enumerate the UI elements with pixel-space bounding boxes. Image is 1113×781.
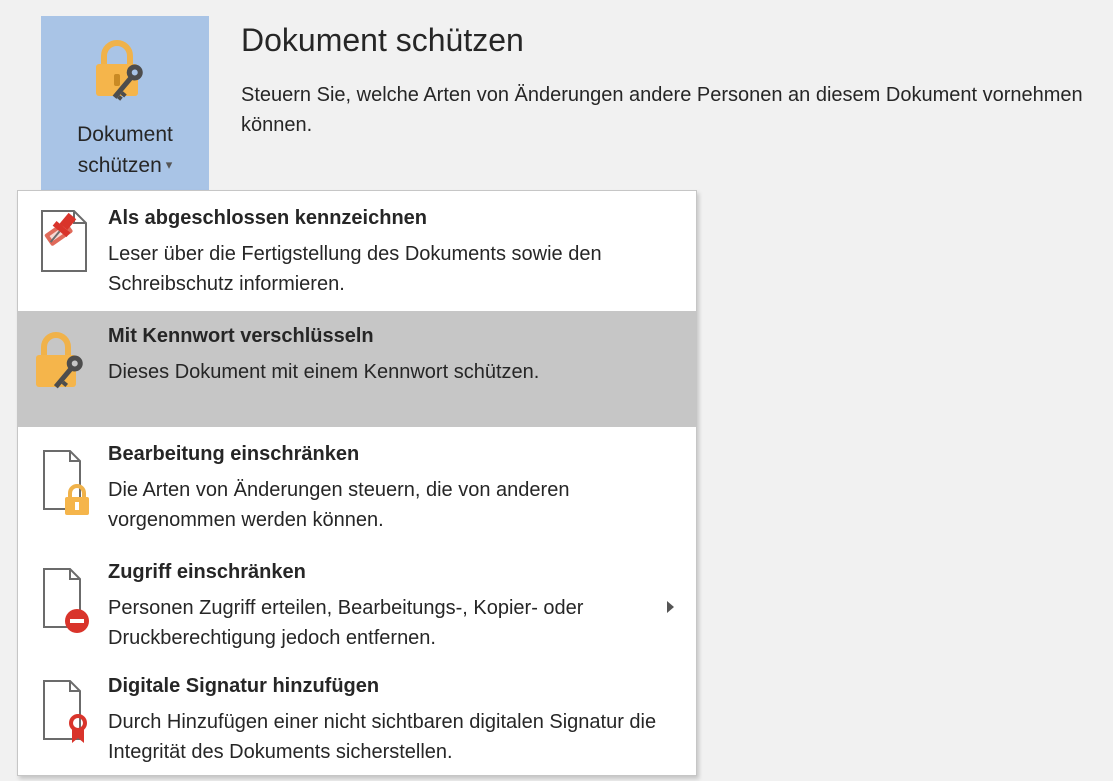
protect-document-button[interactable]: Dokument schützen ▾ bbox=[41, 16, 209, 192]
protect-document-label-line2: schützen ▾ bbox=[41, 150, 209, 181]
protect-document-label-line1: Dokument bbox=[77, 123, 173, 146]
menu-item-mark-as-final[interactable]: Als abgeschlossen kennzeichnen Leser übe… bbox=[18, 191, 696, 301]
section-title: Dokument schützen bbox=[241, 22, 524, 58]
menu-item-title: Digitale Signatur hinzufügen bbox=[108, 675, 380, 697]
menu-item-restrict-access[interactable]: Zugriff einschränken Personen Zugriff er… bbox=[18, 551, 696, 667]
menu-item-title: Bearbeitung einschränken bbox=[108, 443, 360, 465]
lock-key-icon bbox=[96, 40, 143, 101]
menu-item-restrict-editing[interactable]: Bearbeitung einschränken Die Arten von Ä… bbox=[18, 431, 696, 549]
menu-item-description: Durch Hinzufügen einer nicht sichtbaren … bbox=[108, 711, 657, 763]
menu-item-description: Dieses Dokument mit einem Kennwort schüt… bbox=[108, 361, 540, 383]
menu-item-description: Personen Zugriff erteilen, Bearbeitungs-… bbox=[108, 597, 584, 649]
lock-key-icon bbox=[36, 332, 83, 389]
submenu-arrow-icon bbox=[667, 601, 674, 613]
menu-item-add-digital-signature[interactable]: Digitale Signatur hinzufügen Durch Hinzu… bbox=[18, 665, 696, 775]
protect-document-label: Dokument schützen ▾ bbox=[41, 120, 209, 181]
document-ribbon-icon bbox=[43, 680, 87, 743]
menu-item-title: Zugriff einschränken bbox=[108, 561, 306, 583]
protect-document-menu: Als abgeschlossen kennzeichnen Leser übe… bbox=[17, 190, 697, 776]
document-restrict-icon bbox=[43, 568, 89, 633]
document-lock-icon bbox=[43, 450, 89, 515]
mark-final-icon bbox=[41, 210, 87, 272]
menu-item-description: Die Arten von Änderungen steuern, die vo… bbox=[108, 479, 570, 531]
menu-item-description: Leser über die Fertigstellung des Dokume… bbox=[108, 243, 602, 295]
chevron-down-icon: ▾ bbox=[165, 157, 173, 172]
menu-item-title: Als abgeschlossen kennzeichnen bbox=[108, 207, 427, 229]
protect-document-label-line2-text: schützen bbox=[77, 154, 162, 177]
section-description: Steuern Sie, welche Arten von Änderungen… bbox=[241, 84, 1083, 136]
menu-item-title: Mit Kennwort verschlüsseln bbox=[108, 325, 374, 347]
menu-item-encrypt-with-password[interactable]: Mit Kennwort verschlüsseln Dieses Dokume… bbox=[18, 311, 696, 427]
